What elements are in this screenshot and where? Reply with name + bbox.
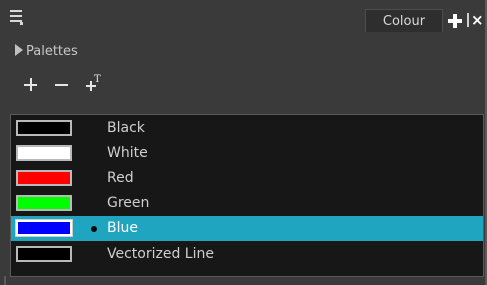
- colour-name: Green: [107, 195, 150, 211]
- colour-swatch[interactable]: [16, 246, 72, 262]
- add-view-plus-icon[interactable]: [448, 14, 462, 28]
- close-view-icon[interactable]: ×: [467, 12, 484, 28]
- colour-name: White: [107, 145, 148, 161]
- remove-colour-minus-icon[interactable]: [55, 78, 69, 92]
- colour-swatch[interactable]: [15, 219, 73, 237]
- colour-swatch[interactable]: [16, 120, 72, 136]
- colour-row[interactable]: Vectorized Line: [11, 242, 483, 267]
- add-texture-icon[interactable]: T: [86, 74, 101, 92]
- colour-swatch[interactable]: [16, 145, 72, 161]
- colour-list[interactable]: Black White Red Green Blue Vectorized Line: [10, 114, 484, 277]
- colour-name: Red: [107, 170, 134, 186]
- palettes-label: Palettes: [26, 44, 78, 59]
- current-colour-dot-icon: [91, 226, 97, 232]
- hamburger-menu-icon[interactable]: [10, 10, 24, 25]
- colour-row[interactable]: Blue: [11, 216, 483, 241]
- tab-colour[interactable]: Colour: [365, 9, 443, 32]
- colour-row[interactable]: Red: [11, 166, 483, 191]
- expand-triangle-icon: [15, 44, 23, 56]
- colour-row[interactable]: Green: [11, 191, 483, 216]
- list-edge: [4, 276, 6, 285]
- colour-name: Vectorized Line: [107, 246, 214, 262]
- colour-swatch[interactable]: [16, 170, 72, 186]
- add-colour-plus-icon[interactable]: [24, 78, 38, 92]
- colour-row[interactable]: White: [11, 141, 483, 166]
- colour-name: Black: [107, 120, 145, 136]
- colour-panel: Colour × Palettes T Black White Red Green Bl…: [0, 0, 487, 285]
- colour-swatch[interactable]: [16, 195, 72, 211]
- colour-row[interactable]: Black: [11, 116, 483, 141]
- panel-header: Colour ×: [0, 0, 485, 32]
- colour-name: Blue: [107, 220, 138, 236]
- palettes-toggle[interactable]: Palettes: [15, 43, 78, 61]
